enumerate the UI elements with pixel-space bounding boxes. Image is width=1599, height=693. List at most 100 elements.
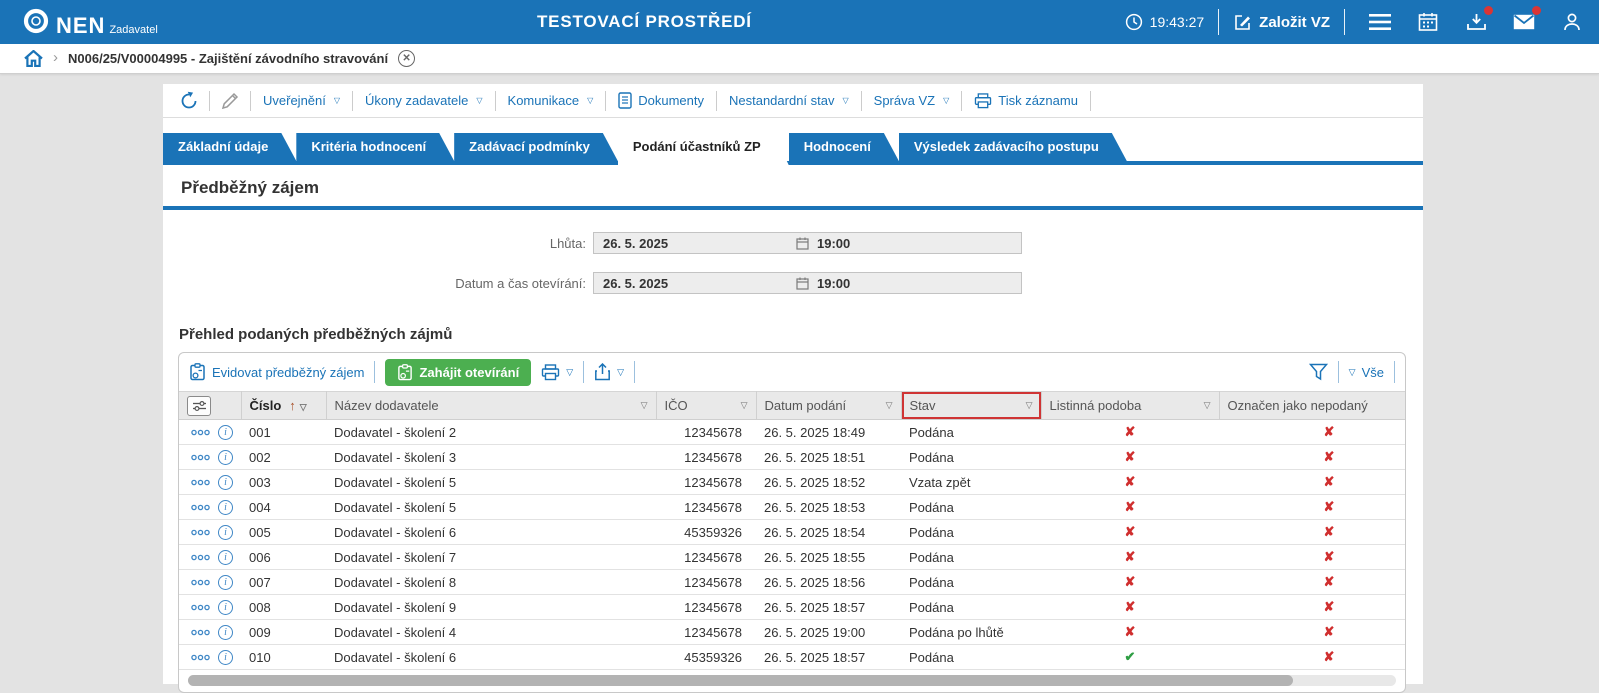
oteviranni-time-value[interactable]: 19:00 [817,276,850,291]
table-row[interactable]: i 001 Dodavatel - školení 2 12345678 26. 5. … [179,419,1405,445]
table-row[interactable]: i 010 Dodavatel - školení 6 45359326 26. 5. … [179,644,1405,670]
lhuta-datetime-field[interactable]: 26. 5. 2025 19:00 [593,232,1022,254]
column-header-3[interactable]: Název dodavatele ▽ [326,391,657,420]
row-menu-icon[interactable] [191,429,210,436]
row-info-icon[interactable]: i [218,499,233,515]
tab-6[interactable]: Výsledek zadávacího postupu [899,133,1127,161]
horizontal-scrollbar-thumb[interactable] [188,675,1294,686]
row-info-icon[interactable]: i [218,474,233,490]
chevron-down-icon[interactable]: ▽ [1204,400,1211,411]
row-menu-icon[interactable] [191,579,210,586]
lhuta-date-value[interactable]: 26. 5. 2025 [594,236,796,251]
actionbar-item-label: Komunikace [507,93,580,108]
row-menu-icon[interactable] [191,554,210,561]
oteviranni-datetime-field[interactable]: 26. 5. 2025 19:00 [593,272,1022,294]
actionbar-item-7[interactable]: Tisk záznamu [962,92,1090,109]
table-row[interactable]: i 009 Dodavatel - školení 4 12345678 26. 5. … [179,619,1405,645]
inbox-download-icon[interactable] [1463,6,1493,35]
zahajit-oteviranni-button[interactable]: Zahájit otevírání [385,358,532,386]
tab-4[interactable]: Podání účastníků ZP [618,133,789,165]
chevron-down-icon[interactable]: ▽ [1026,400,1033,411]
tab-2[interactable]: Kritéria hodnocení [296,133,454,161]
row-info-icon[interactable]: i [218,524,233,540]
row-info-icon[interactable]: i [218,449,233,465]
clock-icon [1125,13,1143,31]
actionbar-item-6[interactable]: Správa VZ ▽ [862,93,962,108]
home-icon[interactable] [24,50,43,67]
row-info-icon[interactable]: i [218,549,233,565]
cell-dodavatel: Dodavatel - školení 7 [326,544,656,570]
cell-ico: 12345678 [656,544,756,570]
table-row[interactable]: i 005 Dodavatel - školení 6 45359326 26. 5. … [179,519,1405,545]
table-row[interactable]: i 002 Dodavatel - školení 3 12345678 26. 5. … [179,444,1405,470]
lhuta-time-value[interactable]: 19:00 [817,236,850,251]
cross-icon: ✘ [1124,524,1136,539]
column-header-8[interactable]: Označen jako nepodaný [1219,391,1405,420]
cell-ico: 45359326 [656,519,756,545]
create-vz-button[interactable]: Založit VZ [1233,13,1330,32]
table-row[interactable]: i 007 Dodavatel - školení 8 12345678 26. 5. … [179,569,1405,595]
row-info-icon[interactable]: i [218,599,233,615]
evidovat-button[interactable]: Evidovat předběžný zájem [189,363,364,381]
close-tab-icon[interactable]: ✕ [398,50,416,67]
row-menu-icon[interactable] [191,504,210,511]
oteviranni-date-value[interactable]: 26. 5. 2025 [594,276,796,291]
row-menu-icon[interactable] [191,479,210,486]
chevron-down-icon[interactable]: ▽ [300,402,307,412]
filter-button[interactable] [1308,363,1328,381]
actionbar-item-1[interactable]: Uveřejnění ▽ [251,93,352,108]
calendar-small-icon[interactable] [796,237,809,250]
chevron-down-icon[interactable]: ▽ [741,400,748,411]
column-header-4[interactable]: IČO ▽ [656,391,757,420]
print-table-button[interactable]: ▽ [541,363,573,381]
actionbar-item-2[interactable]: Úkony zadavatele ▽ [353,93,495,108]
row-menu-icon[interactable] [191,629,210,636]
tab-1[interactable]: Základní údaje [163,133,296,161]
cell-stav: Podána [901,569,1041,595]
chevron-down-icon: ▽ [842,96,849,105]
column-chooser-header[interactable] [179,391,242,420]
chevron-down-icon[interactable]: ▽ [886,400,893,411]
calendar-small-icon[interactable] [796,277,809,290]
chevron-right-icon: › [53,49,58,66]
filter-scope-dropdown[interactable]: ▽ Vše [1349,365,1384,380]
column-header-label: Název dodavatele [334,398,439,413]
actionbar-item-4[interactable]: Dokumenty [606,92,716,109]
refresh-icon[interactable] [169,91,209,111]
table-row[interactable]: i 006 Dodavatel - školení 7 12345678 26. 5. … [179,544,1405,570]
cell-datum-podani: 26. 5. 2025 18:52 [756,469,901,495]
menu-icon[interactable] [1367,9,1393,35]
tab-5[interactable]: Hodnocení [789,133,899,161]
row-menu-icon[interactable] [191,454,210,461]
chevron-down-icon[interactable]: ▽ [641,400,648,411]
column-header-5[interactable]: Datum podání ▽ [756,391,902,420]
row-info-icon[interactable]: i [218,574,233,590]
row-menu-icon[interactable] [191,529,210,536]
user-icon[interactable] [1559,9,1585,35]
column-header-6[interactable]: Stav ▽ [901,391,1042,420]
actionbar-item-5[interactable]: Nestandardní stav ▽ [717,93,861,108]
tab-3[interactable]: Zadávací podmínky [454,133,618,161]
row-actions-cell: i [179,469,241,495]
row-info-icon[interactable]: i [218,624,233,640]
row-menu-icon[interactable] [191,654,210,661]
row-info-icon[interactable]: i [218,424,233,440]
clipboard-gear-icon [189,363,206,381]
table-header-row: Číslo ↑ ▽ Název dodavatele ▽ IČO ▽ Datum podání… [179,391,1405,420]
table-row[interactable]: i 003 Dodavatel - školení 5 12345678 26. 5. … [179,469,1405,495]
row-menu-icon[interactable] [191,604,210,611]
horizontal-scrollbar[interactable] [188,675,1396,686]
calendar-icon[interactable] [1415,9,1441,35]
export-button[interactable]: ▽ [594,363,624,381]
mail-icon[interactable] [1511,6,1541,35]
actionbar-item-3[interactable]: Komunikace ▽ [496,93,606,108]
column-header-2[interactable]: Číslo ↑ ▽ [241,391,327,420]
table-row[interactable]: i 008 Dodavatel - školení 9 12345678 26. 5. … [179,594,1405,620]
row-info-icon[interactable]: i [218,649,233,665]
pencil-icon[interactable] [210,91,250,111]
table-row[interactable]: i 004 Dodavatel - školení 5 12345678 26. 5. … [179,494,1405,520]
nen-logo-icon[interactable] [22,7,50,35]
column-settings-icon[interactable] [187,395,211,416]
column-header-7[interactable]: Listinná podoba ▽ [1041,391,1220,420]
breadcrumb-label[interactable]: N006/25/V00004995 - Zajištění závodního … [68,51,388,66]
